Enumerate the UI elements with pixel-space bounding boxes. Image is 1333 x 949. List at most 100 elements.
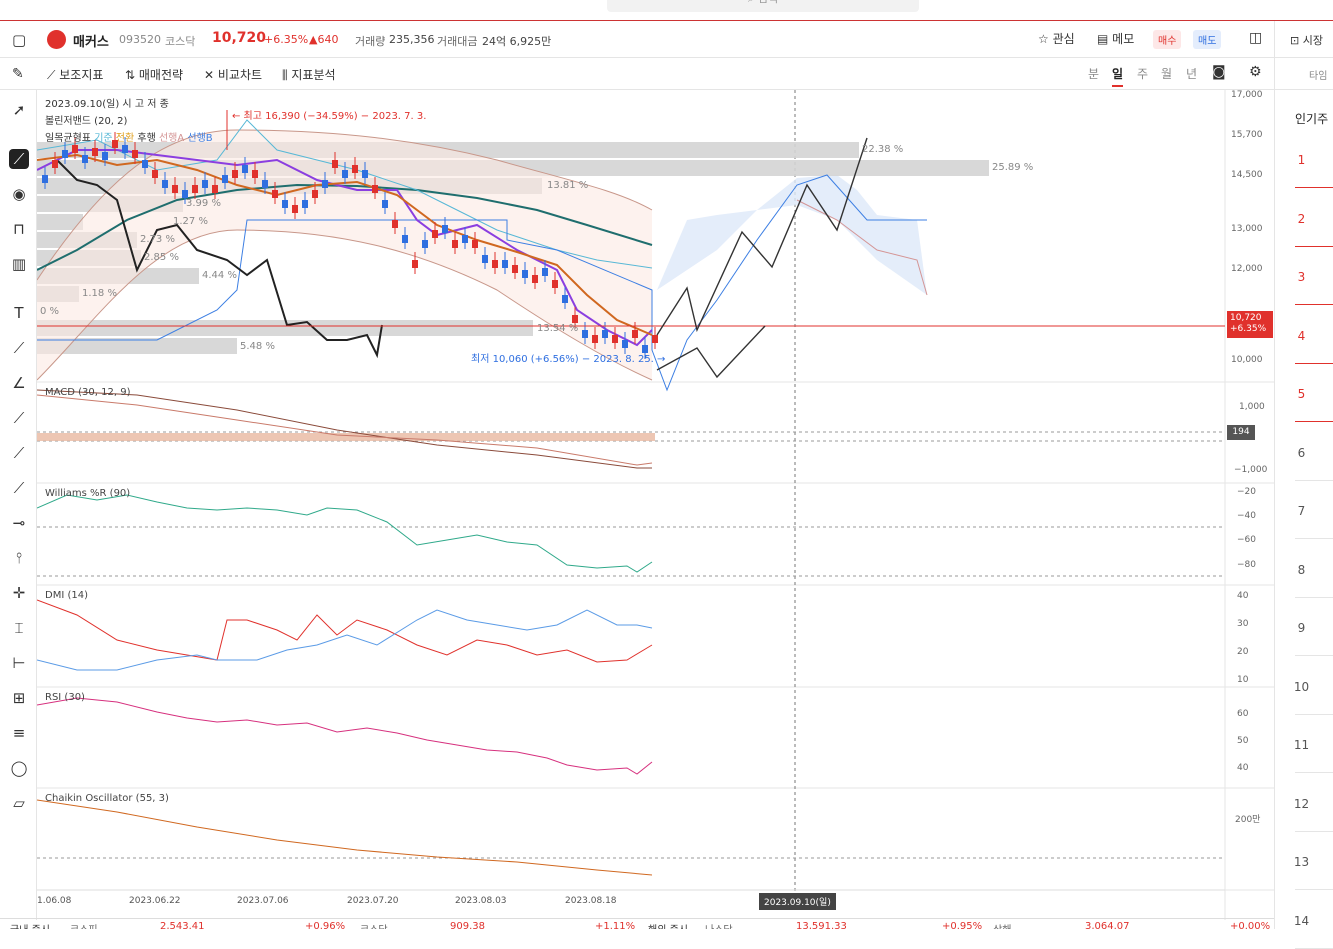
kosdaq-pct: +1.11%: [595, 921, 636, 929]
candle-body: [452, 240, 458, 248]
text-tool-icon[interactable]: T: [9, 303, 29, 323]
rank-divider: [1295, 889, 1333, 890]
rank-number[interactable]: 5: [1272, 387, 1331, 401]
candle-body: [322, 180, 328, 188]
rsi-panel: [37, 697, 653, 775]
price-tick: 14,500: [1231, 170, 1263, 180]
line-tool-icon[interactable]: ⟋: [9, 338, 29, 358]
circle-icon[interactable]: ◯: [9, 758, 29, 778]
rank-number[interactable]: 2: [1272, 212, 1331, 226]
rank-number[interactable]: 12: [1272, 797, 1331, 811]
cursor-icon[interactable]: ➚: [9, 100, 29, 120]
period-month[interactable]: 월: [1161, 65, 1172, 82]
x-tick: 2023.07.06: [237, 896, 289, 906]
angle-tool-icon[interactable]: ∠: [9, 373, 29, 393]
candle-icon: ⫼: [282, 68, 288, 82]
settings-icon[interactable]: ⚙: [1249, 64, 1262, 80]
pen-icon[interactable]: ✎: [12, 66, 24, 82]
memo-button[interactable]: ▤ 메모: [1097, 30, 1134, 47]
rank-divider: [1295, 304, 1333, 305]
period-year[interactable]: 년: [1186, 65, 1197, 82]
shanghai-pct: +0.00%: [1230, 921, 1271, 929]
candle-body: [162, 180, 168, 188]
candle-body: [462, 235, 468, 243]
vertical-line-icon[interactable]: ⫯: [9, 548, 29, 568]
ray-tool-icon[interactable]: ⟋: [9, 408, 29, 428]
williams-tick: −80: [1237, 560, 1256, 570]
favorite-button[interactable]: ☆ 관심: [1038, 30, 1075, 47]
lock-icon[interactable]: ⊓: [9, 219, 29, 239]
panel-toggle-icon[interactable]: ◫: [1249, 30, 1262, 46]
bollinger-label: 볼린저밴드 (20, 2): [45, 116, 128, 127]
candle-body: [632, 330, 638, 338]
vp-label-11: 5.48 %: [240, 341, 275, 352]
sidebar-toggle-icon[interactable]: ▢: [12, 31, 26, 49]
compare-button[interactable]: ✕ 비교차트: [204, 66, 262, 83]
rank-number[interactable]: 9: [1272, 621, 1331, 635]
search-box[interactable]: ⌕ 검색: [607, 0, 919, 12]
rank-divider: [1295, 772, 1333, 773]
trash-icon[interactable]: ▥: [9, 254, 29, 274]
sell-button[interactable]: 매도: [1193, 30, 1222, 49]
eye-icon[interactable]: ◉: [9, 184, 29, 204]
x-tick: 2023.07.20: [347, 896, 399, 906]
rsi-tick: 40: [1237, 763, 1249, 773]
period-day[interactable]: 일: [1112, 65, 1124, 87]
candle-body: [52, 160, 58, 168]
stock-name: 매커스: [73, 35, 109, 50]
analysis-button[interactable]: ⫼ 지표분석: [282, 66, 336, 83]
candle-body: [542, 268, 548, 276]
ichimoku-cloud: [657, 175, 927, 295]
camera-icon[interactable]: ◙: [1212, 64, 1226, 80]
williams-tick: −20: [1237, 487, 1256, 497]
period-week[interactable]: 주: [1137, 65, 1148, 82]
fib-icon[interactable]: ≡: [9, 723, 29, 743]
vp-label-1: 25.89 %: [992, 162, 1034, 173]
period-minute[interactable]: 분: [1088, 65, 1099, 82]
horizontal-line-icon[interactable]: ⊸: [9, 513, 29, 533]
candle-body: [132, 150, 138, 158]
strategy-button[interactable]: ⇅ 매매전략: [125, 66, 183, 83]
chart-area[interactable]: 2023.09.10(일) 시 고 저 종 볼린저밴드 (20, 2) 일목균형…: [37, 90, 1274, 920]
rank-divider: [1295, 655, 1333, 656]
indicators-button[interactable]: ⟋ 보조지표: [47, 66, 103, 83]
rect-icon[interactable]: ▱: [9, 793, 29, 813]
rank-number[interactable]: 14: [1272, 914, 1331, 928]
market-ticker: 국내 증시 코스피 2,543.41 +0.96% 코스닥 909.38 +1.…: [0, 918, 1274, 929]
extended-line-icon[interactable]: ⟋: [9, 443, 29, 463]
rank-number[interactable]: 6: [1272, 446, 1331, 460]
rsi-label: RSI (30): [45, 692, 85, 703]
price-tick: 15,700: [1231, 130, 1263, 140]
price-range-icon[interactable]: ⌶: [9, 618, 29, 638]
chart-toolbar: ✎ ⟋ 보조지표 ⇅ 매매전략 ✕ 비교차트 ⫼ 지표분석 분 일 주 월 년 …: [0, 58, 1333, 90]
candle-body: [552, 280, 558, 288]
rank-number[interactable]: 10: [1272, 680, 1331, 694]
vp-label-3: 3.99 %: [186, 198, 221, 209]
vp-label-4: 1.27 %: [173, 216, 208, 227]
buy-button[interactable]: 매수: [1153, 30, 1182, 49]
rank-number[interactable]: 13: [1272, 855, 1331, 869]
rank-number[interactable]: 7: [1272, 504, 1331, 518]
chart-canvas[interactable]: [37, 90, 1274, 920]
rank-number[interactable]: 11: [1272, 738, 1331, 752]
date-range-icon[interactable]: ⊢: [9, 653, 29, 673]
magnet-icon[interactable]: ⟋: [9, 149, 29, 169]
stock-code: 093520: [119, 33, 161, 46]
rank-number[interactable]: 4: [1272, 329, 1331, 343]
crosshair-icon[interactable]: ✛: [9, 583, 29, 603]
macd-panel: [37, 389, 1225, 469]
candle-body: [272, 190, 278, 198]
rank-number[interactable]: 1: [1272, 153, 1331, 167]
candle-body: [72, 145, 78, 153]
rank-number[interactable]: 3: [1272, 270, 1331, 284]
market-name: 코스닥: [165, 35, 196, 48]
candle-body: [282, 200, 288, 208]
trend-line-icon[interactable]: ⟋: [9, 478, 29, 498]
add-box-icon[interactable]: ⊞: [9, 688, 29, 708]
rank-divider: [1295, 479, 1333, 481]
candle-body: [182, 190, 188, 198]
rank-number[interactable]: 8: [1272, 563, 1331, 577]
macd-label: MACD (30, 12, 9): [45, 387, 131, 398]
current-price: 10,720: [212, 30, 267, 46]
candle-body: [532, 275, 538, 283]
